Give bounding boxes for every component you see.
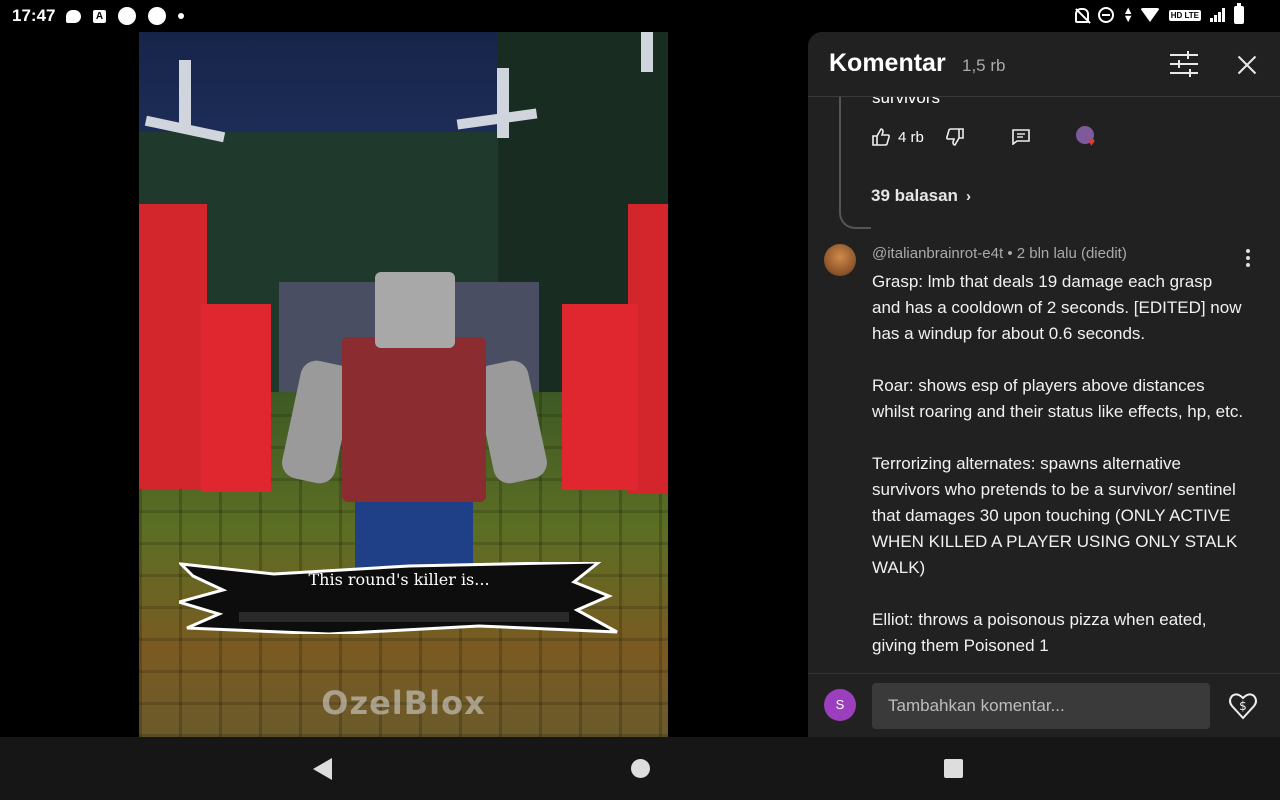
comment-author[interactable]: @italianbrainrot-e4t bbox=[872, 245, 1003, 262]
svg-text:$: $ bbox=[1239, 699, 1247, 713]
comment-meta: @italianbrainrot-e4t • 2 bln lalu (diedi… bbox=[872, 245, 1127, 262]
thread-line bbox=[839, 97, 871, 229]
chevron-right-icon: › bbox=[965, 187, 971, 205]
circle-icon bbox=[118, 7, 136, 25]
reply-icon[interactable] bbox=[1012, 129, 1030, 146]
video-character-head bbox=[375, 272, 455, 348]
banner-text: This round's killer is... bbox=[308, 570, 490, 589]
like-icon[interactable] bbox=[872, 128, 890, 146]
video-turret bbox=[179, 60, 191, 130]
recents-icon[interactable] bbox=[944, 759, 963, 778]
wifi-icon bbox=[1139, 8, 1160, 22]
avatar: S bbox=[824, 689, 856, 721]
panel-title: Komentar bbox=[829, 49, 946, 77]
comment-paragraph: Terrorizing alternates: spawns alternati… bbox=[872, 454, 1238, 577]
video-red-pillar bbox=[201, 304, 271, 492]
meta-separator: • bbox=[1007, 245, 1013, 262]
comment-count: 1,5 rb bbox=[962, 56, 1006, 75]
comment-paragraph: Grasp: lmb that deals 19 damage each gra… bbox=[872, 272, 1242, 343]
comment-input[interactable] bbox=[872, 683, 1210, 729]
status-time: 17:47 bbox=[12, 6, 56, 25]
comment-paragraph: Roar: shows esp of players above distanc… bbox=[872, 376, 1244, 421]
bell-off-icon bbox=[1074, 7, 1089, 23]
replies-label: 39 balasan bbox=[871, 186, 958, 205]
avatar[interactable] bbox=[824, 244, 856, 276]
video-player[interactable]: This round's killer is... OzelBlox bbox=[139, 32, 668, 737]
navigation-bar bbox=[0, 737, 1280, 800]
video-red-pillar bbox=[139, 204, 207, 489]
comment-body: Grasp: lmb that deals 19 damage each gra… bbox=[872, 269, 1244, 673]
back-icon[interactable] bbox=[313, 758, 332, 780]
view-replies-button[interactable]: 39 balasan › bbox=[871, 186, 971, 206]
video-red-pillar bbox=[562, 304, 638, 490]
comments-list[interactable]: survivors 4 rb ♥ 39 balasan › @italianbr… bbox=[808, 97, 1280, 673]
like-count: 4 rb bbox=[898, 128, 924, 146]
filter-icon[interactable] bbox=[1168, 50, 1200, 78]
dislike-icon[interactable] bbox=[945, 128, 964, 146]
signal-icon bbox=[1210, 8, 1225, 22]
dot-icon bbox=[178, 13, 184, 19]
chat-bubble-icon bbox=[66, 9, 81, 23]
creator-heart-icon: ♥ bbox=[1075, 126, 1098, 148]
status-bar: 17:47 A ▲ ▼ HD LTE bbox=[0, 0, 1280, 32]
comment-input-bar: S $ bbox=[808, 673, 1280, 737]
comment-time: 2 bln lalu (diedit) bbox=[1016, 245, 1127, 262]
watermark: OzelBlox bbox=[321, 684, 486, 722]
close-icon[interactable] bbox=[1232, 50, 1262, 80]
super-thanks-icon[interactable]: $ bbox=[1228, 691, 1258, 721]
data-arrows-icon: ▲ ▼ bbox=[1122, 5, 1134, 25]
comments-panel: Komentar 1,5 rb survivors 4 rb ♥ 39 bala… bbox=[808, 32, 1280, 737]
comment-paragraph: Elliot: throws a poisonous pizza when ea… bbox=[872, 610, 1207, 655]
comments-header: Komentar 1,5 rb bbox=[808, 32, 1280, 97]
battery-icon bbox=[1234, 3, 1244, 24]
hd-lte-icon: HD LTE bbox=[1168, 9, 1201, 21]
dnd-icon bbox=[1097, 7, 1114, 23]
more-options-icon[interactable] bbox=[1240, 249, 1256, 269]
home-icon[interactable] bbox=[631, 759, 650, 778]
video-turret bbox=[497, 68, 509, 138]
video-character-torso bbox=[342, 337, 486, 502]
killer-banner: This round's killer is... bbox=[173, 560, 619, 636]
video-turret bbox=[641, 32, 653, 72]
circle-icon bbox=[148, 7, 166, 25]
comment-actions: 4 rb ♥ bbox=[872, 124, 1098, 150]
truncated-comment-text: survivors bbox=[872, 97, 941, 107]
a-icon: A bbox=[93, 9, 106, 23]
